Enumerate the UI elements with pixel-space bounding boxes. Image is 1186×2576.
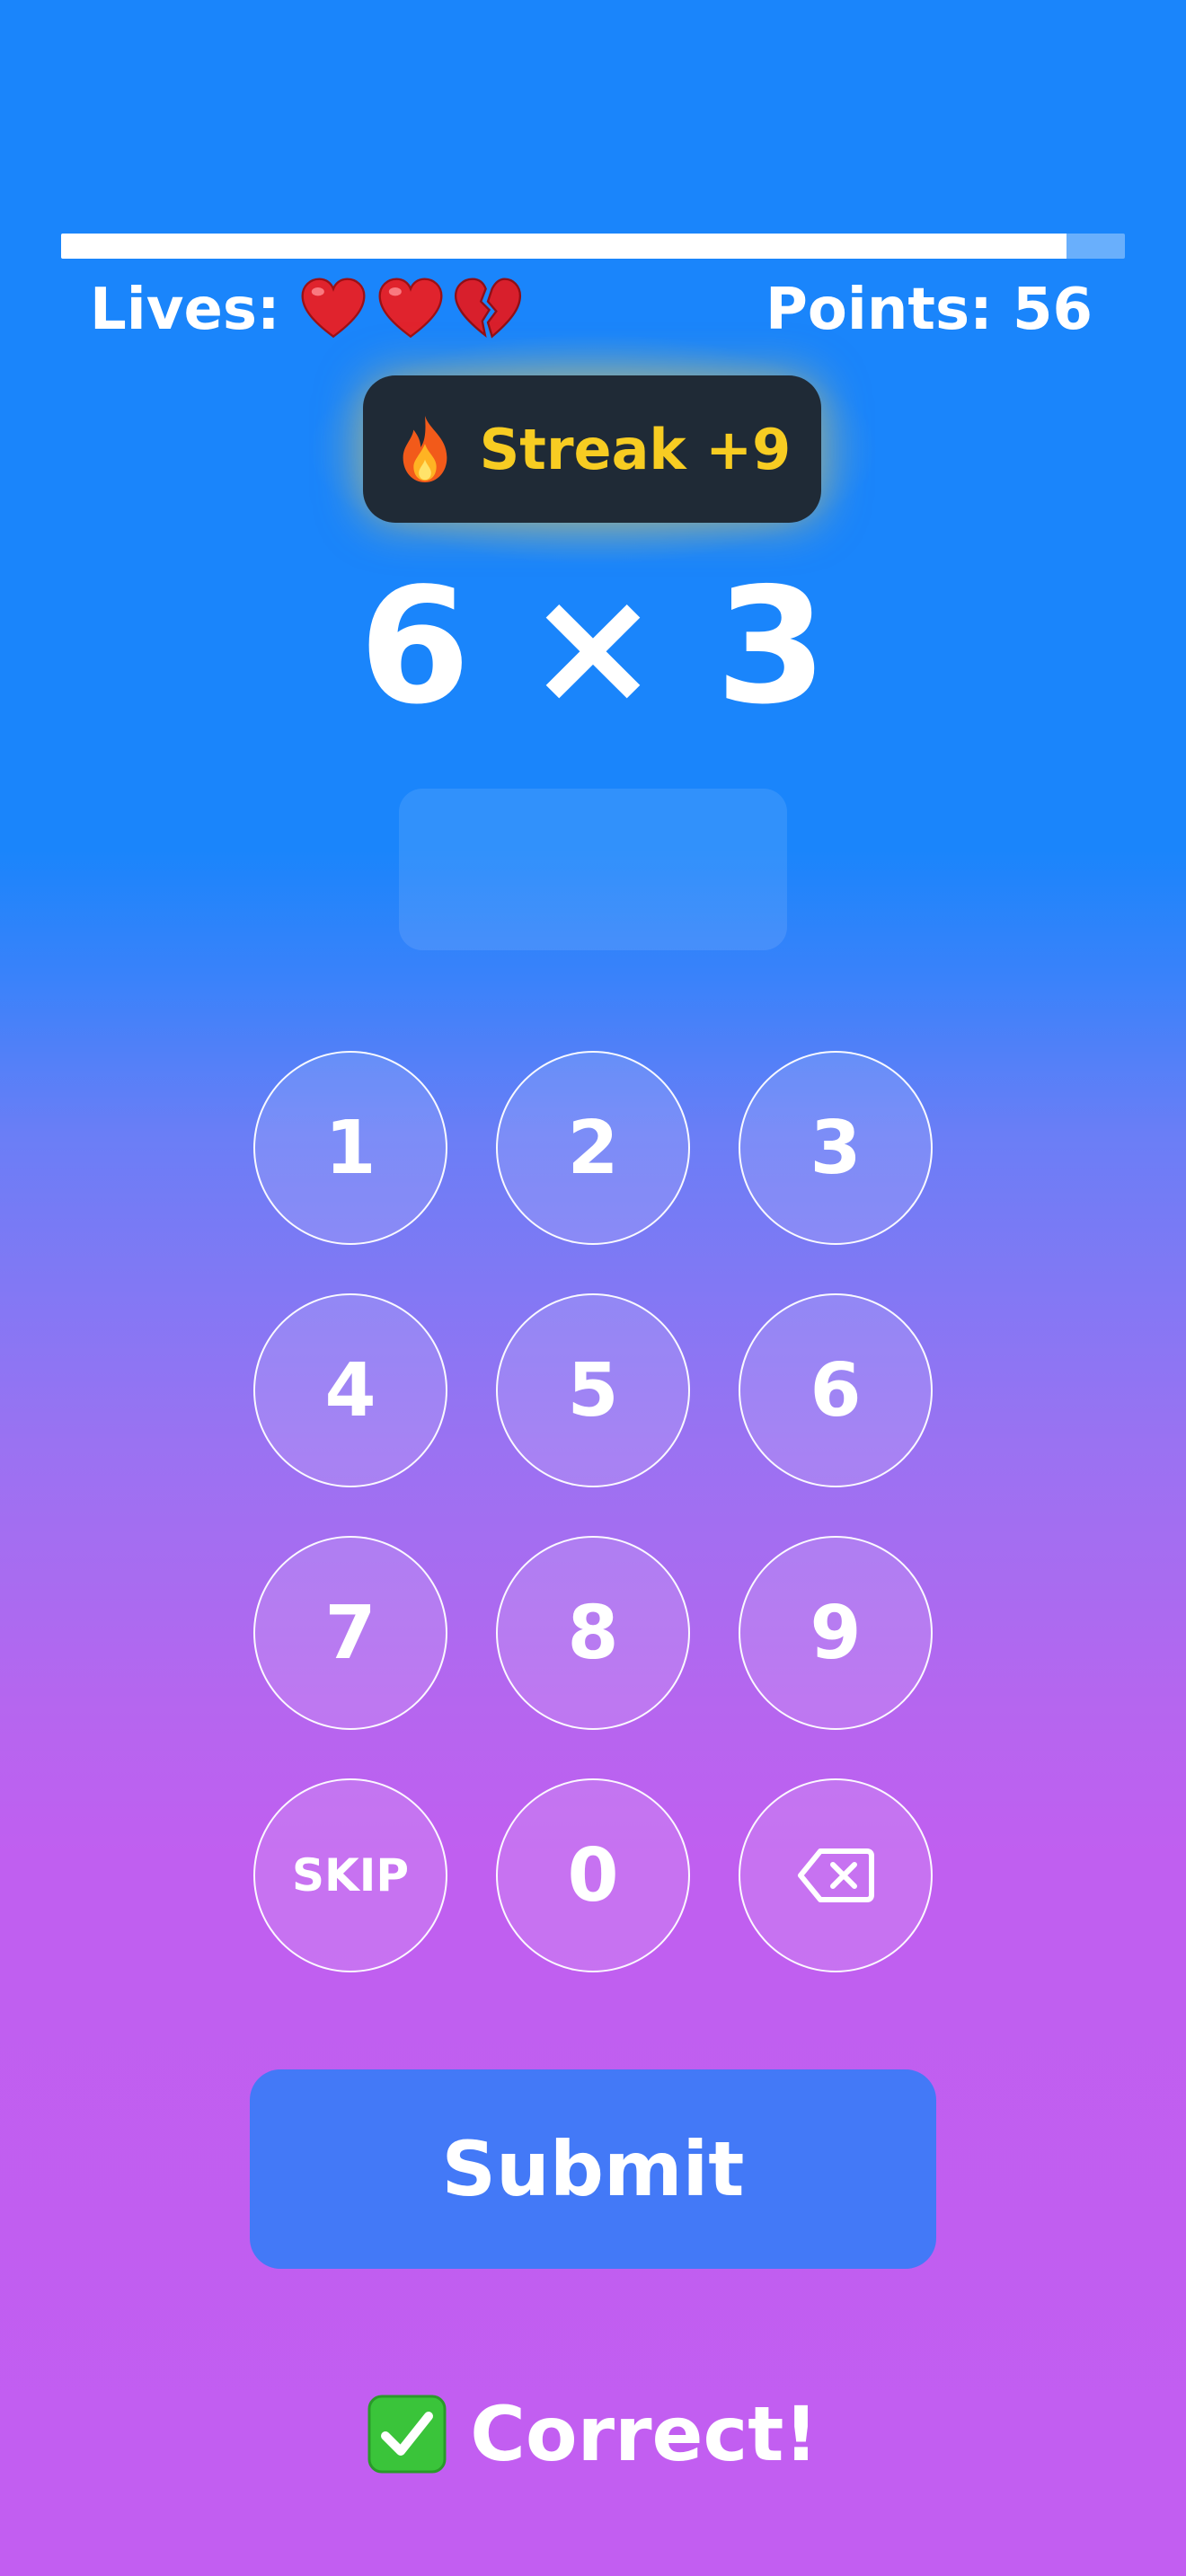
progress-bar [61,234,1125,259]
streak-badge: Streak +9 [363,375,821,523]
key-4[interactable]: 4 [253,1293,447,1487]
key-1[interactable]: 1 [253,1051,447,1245]
backspace-button[interactable] [739,1778,933,1972]
fire-icon [394,414,456,484]
broken-heart-icon [453,275,523,345]
red-heart-icon [376,275,446,345]
points-display: Points: 56 [766,277,1093,343]
key-6[interactable]: 6 [739,1293,933,1487]
key-3[interactable]: 3 [739,1051,933,1245]
key-0[interactable]: 0 [496,1778,690,1972]
progress-bar-fill [61,234,1067,259]
key-8[interactable]: 8 [496,1536,690,1730]
key-5[interactable]: 5 [496,1293,690,1487]
feedback-text: Correct! [470,2390,819,2478]
red-heart-icon [298,275,368,345]
lives-label: Lives: [90,277,280,343]
submit-button[interactable]: Submit [250,2069,936,2269]
backspace-icon [797,1848,874,1903]
lives-display: Lives: [90,275,530,345]
key-7[interactable]: 7 [253,1536,447,1730]
key-2[interactable]: 2 [496,1051,690,1245]
answer-input[interactable] [399,789,787,950]
streak-text: Streak +9 [479,416,792,482]
check-mark-icon [367,2395,447,2474]
key-9[interactable]: 9 [739,1536,933,1730]
number-keypad: 1 2 3 4 5 6 7 8 9 SKIP 0 [253,1051,933,1972]
skip-button[interactable]: SKIP [253,1778,447,1972]
math-problem: 6 × 3 [358,553,828,739]
feedback-message: Correct! [0,2389,1186,2479]
